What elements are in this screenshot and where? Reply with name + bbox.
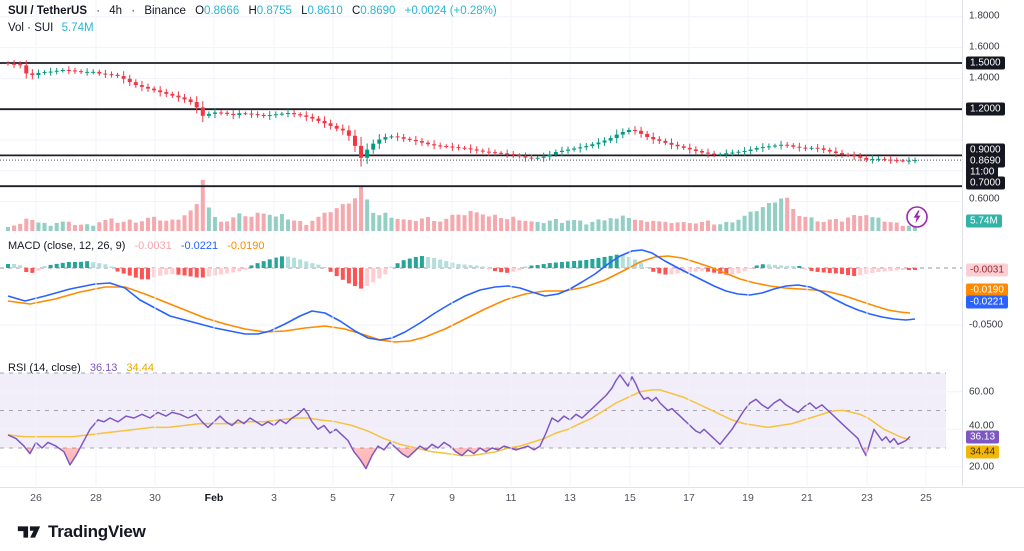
price-axis-label: 1.6000 [969,41,1000,53]
time-axis-label: 3 [271,492,277,504]
macd-line-value: -0.0221 [180,240,219,252]
macd-signal-value: -0.0190 [227,240,265,252]
time-axis-label: 19 [742,492,754,504]
close-label: C [351,5,361,17]
macd-axis-label: -0.0031 [966,263,1008,277]
price-axis-label: 1.5000 [966,56,1005,70]
macd-params: (close, 12, 26, 9) [43,240,126,252]
price-axis-label: 5.74M [966,214,1002,228]
macd-hist-value: -0.0031 [134,240,172,252]
volume-label: Vol · SUI [8,22,54,34]
time-axis-label: Feb [204,492,224,504]
time-axis-label: 21 [801,492,813,504]
macd-legend[interactable]: MACD (close, 12, 26, 9) -0.0031 -0.0221 … [8,240,265,252]
time-axis-label: 23 [861,492,873,504]
rsi-pane[interactable] [0,357,962,486]
price-pane[interactable] [0,0,962,233]
time-axis-label: 9 [449,492,455,504]
time-axis-label: 25 [920,492,932,504]
open-value: 0.8666 [204,5,240,17]
time-axis-label: 28 [90,492,102,504]
tradingview-logo-text: TradingView [48,522,146,541]
tradingview-mark-icon [17,526,41,538]
symbol-title[interactable]: SUI / TetherUS [8,5,87,17]
price-axis-label: 0.6000 [969,193,1000,205]
exchange-sep: · [131,5,136,17]
macd-axis-label: -0.0500 [969,319,1003,331]
rsi-params: (14, close) [29,362,81,374]
price-axis-label: 0.7000 [966,176,1005,190]
rsi-axis-label: 20.00 [969,461,995,473]
high-label: H [248,5,257,17]
price-axis[interactable]: 1.8000 1.6000 1.5000 1.4000 1.2000 0.9000 0.86… [962,0,1024,486]
macd-axis-label: -0.0221 [966,295,1008,309]
time-axis-label: 7 [389,492,395,504]
rsi-axis-label: 60.00 [969,386,995,398]
interval-sep: · [96,5,101,17]
rsi-axis-label: 34.44 [966,445,1000,459]
price-axis-label: 1.2000 [966,102,1005,116]
time-axis-label: 17 [683,492,695,504]
time-axis-label: 26 [30,492,42,504]
lightning-icon [906,206,928,228]
volume-value: 5.74M [61,22,94,34]
chart-window: SUI / TetherUS · 4h · Binance O0.8666 H0… [0,0,1024,551]
rsi-legend[interactable]: RSI (14, close) 36.13 34.44 [8,362,154,374]
time-axis-label: 13 [564,492,576,504]
time-axis-label: 11 [505,492,517,504]
close-value: 0.8690 [360,5,396,17]
open-label: O [195,5,205,17]
interval-label[interactable]: 4h [109,5,122,17]
time-axis[interactable]: 26 28 30 Feb 3 5 7 9 11 13 15 17 19 21 23 25 [0,487,1024,510]
rsi-value: 36.13 [89,362,118,374]
time-axis-label: 5 [330,492,336,504]
price-axis-label: 1.8000 [969,10,1000,22]
rsi-axis-label: 36.13 [966,430,1000,444]
low-value: 0.8610 [307,5,343,17]
boost-button[interactable] [905,205,929,229]
exchange-label[interactable]: Binance [144,5,186,17]
rsi-ma-value: 34.44 [126,362,154,374]
symbol-header[interactable]: SUI / TetherUS · 4h · Binance O0.8666 H0… [8,5,497,17]
macd-name: MACD [8,240,41,252]
time-axis-label: 30 [149,492,161,504]
time-axis-label: 15 [624,492,636,504]
price-axis-label: 1.4000 [969,72,1000,84]
high-value: 0.8755 [256,5,292,17]
change-value: +0.0024 (+0.28%) [404,5,497,17]
tradingview-logo[interactable]: TradingView [16,521,146,543]
rsi-name: RSI [8,362,27,374]
volume-header[interactable]: Vol · SUI 5.74M [8,22,94,34]
